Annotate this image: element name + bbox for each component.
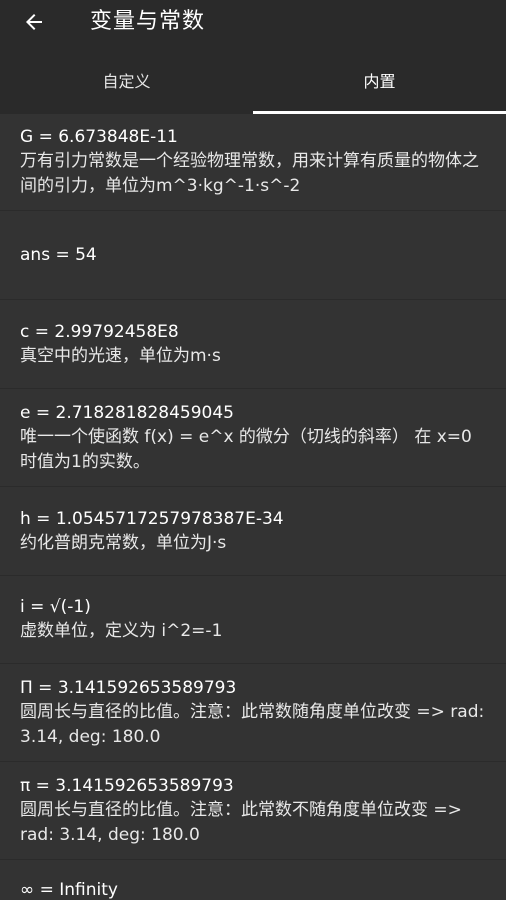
list-item[interactable]: h = 1.0545717257978387E-34 约化普朗克常数，单位为J·…	[0, 487, 506, 576]
constant-name: G = 6.673848E-11	[20, 127, 178, 147]
constant-description: 虚数单位，定义为 i^2=-1	[20, 621, 223, 641]
constant-description: 真空中的光速，单位为m·s	[20, 345, 221, 366]
list-item[interactable]: e = 2.718281828459045 唯一一个使函数 f(x) = e^x…	[0, 389, 506, 487]
constant-name: c = 2.99792458E8	[20, 321, 179, 342]
list-item[interactable]: ans = 54	[0, 211, 506, 300]
constant-name: Π = 3.141592653589793	[20, 677, 237, 698]
list-item[interactable]: c = 2.99792458E8 真空中的光速，单位为m·s	[0, 300, 506, 389]
list-item[interactable]: Π = 3.141592653589793 圆周长与直径的比值。注意：此常数随角…	[0, 664, 506, 762]
constant-name: π = 3.141592653589793	[20, 775, 234, 796]
constant-name: ∞ = Infinity	[20, 880, 118, 900]
constant-name: ans = 54	[20, 245, 97, 265]
tab-bar: 自定义 内置	[0, 46, 506, 114]
constant-description: 圆周长与直径的比值。注意：此常数随角度单位改变 => rad: 3.14, de…	[20, 701, 485, 747]
constant-name: i = √(-1)	[20, 597, 91, 617]
constant-description: 唯一一个使函数 f(x) = e^x 的微分（切线的斜率） 在 x=0 时值为1…	[20, 426, 472, 472]
constant-description: 圆周长与直径的比值。注意：此常数不随角度单位改变 => rad: 3.14, d…	[20, 799, 462, 845]
list-item[interactable]: i = √(-1) 虚数单位，定义为 i^2=-1	[0, 576, 506, 664]
list-item[interactable]: ∞ = Infinity	[0, 860, 506, 900]
tab-custom[interactable]: 自定义	[0, 46, 253, 114]
arrow-left-icon	[26, 14, 42, 30]
back-button[interactable]	[14, 6, 54, 38]
tab-builtin[interactable]: 内置	[253, 46, 506, 114]
list-item[interactable]: π = 3.141592653589793 圆周长与直径的比值。注意：此常数不随…	[0, 762, 506, 860]
constant-description: 约化普朗克常数，单位为J·s	[20, 532, 227, 553]
app-bar: 变量与常数	[0, 0, 506, 46]
page-title: 变量与常数	[90, 9, 206, 34]
constants-list: G = 6.673848E-11 万有引力常数是一个经验物理常数，用来计算有质量…	[0, 114, 506, 900]
constant-name: h = 1.0545717257978387E-34	[20, 508, 284, 529]
list-item[interactable]: G = 6.673848E-11 万有引力常数是一个经验物理常数，用来计算有质量…	[0, 114, 506, 211]
constant-description: 万有引力常数是一个经验物理常数，用来计算有质量的物体之间的引力，单位为m^3·k…	[20, 151, 479, 196]
constant-name: e = 2.718281828459045	[20, 402, 234, 423]
